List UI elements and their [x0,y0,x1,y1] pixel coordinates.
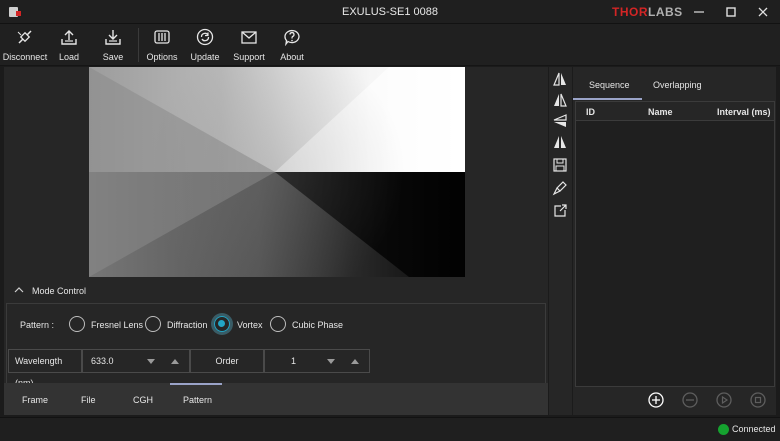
update-icon [196,28,214,46]
column-id: ID [586,107,595,117]
help-icon [284,29,300,46]
chevron-down-icon[interactable] [327,359,335,365]
title-bar: EXULUS-SE1 0088 THORLABS [0,0,780,24]
disconnect-label: Disconnect [2,52,48,62]
add-icon[interactable] [648,392,664,408]
sequence-panel: Sequence Overlapping ID Name Interval (m… [573,67,776,415]
play-icon[interactable] [716,392,732,408]
radio-fresnel-lens[interactable] [69,316,85,332]
column-name: Name [648,107,673,117]
support-button[interactable]: Support [230,26,268,64]
tab-file[interactable]: File [81,395,96,405]
tool-sidebar [549,67,572,415]
save-icon[interactable] [552,157,568,173]
options-button[interactable]: Options [144,26,180,64]
logo-main: THOR [612,5,648,19]
wavelength-value: 633.0 [91,356,114,366]
tab-overlapping[interactable]: Overlapping [653,80,702,90]
disconnect-button[interactable]: Disconnect [2,26,48,64]
disconnect-icon [17,30,32,44]
maximize-button[interactable] [715,0,747,24]
order-value: 1 [291,356,297,366]
thorlabs-logo: THORLABS [612,5,683,19]
support-label: Support [233,52,265,62]
load-label: Load [58,52,80,62]
connection-status-text: Connected [732,424,776,434]
about-button[interactable]: About [275,26,309,64]
options-label: Options [146,52,178,62]
radio-diffraction[interactable] [145,316,161,332]
active-tab-indicator [170,383,222,385]
stop-icon[interactable] [750,392,766,408]
tab-frame[interactable]: Frame [22,395,48,405]
close-button[interactable] [747,0,779,24]
flip-vertical-icon[interactable] [552,92,568,108]
update-button[interactable]: Update [188,26,222,64]
maximize-icon [726,7,736,17]
chevron-up-icon [14,287,24,293]
save-button[interactable]: Save [96,26,130,64]
update-label: Update [190,52,220,62]
bottom-tab-bar: Frame File CGH Pattern [4,383,548,415]
wavelength-label: Wavelength (nm) [8,349,82,388]
options-icon [154,30,170,44]
radio-vortex[interactable] [214,316,230,332]
clear-icon[interactable] [552,180,568,196]
status-bar: Connected [0,417,780,441]
column-interval: Interval (ms) [717,107,771,117]
load-button[interactable]: Load [52,26,86,64]
close-icon [758,7,768,17]
connection-status-dot [718,424,729,435]
rotate-icon[interactable] [552,113,568,129]
radio-cubic-phase[interactable] [270,316,286,332]
minimize-icon [694,11,704,13]
minimize-button[interactable] [683,0,715,24]
toolbar-separator [138,28,139,62]
logo-accent: LABS [648,5,683,19]
flip-horizontal-icon[interactable] [552,71,568,87]
pattern-preview [89,67,465,277]
chevron-down-icon[interactable] [147,359,155,365]
chevron-up-icon[interactable] [171,359,179,365]
mail-icon [241,31,257,44]
vortex-label: Vortex [237,320,263,330]
mirror-icon[interactable] [552,134,568,150]
wavelength-input[interactable]: 633.0 [82,349,190,373]
left-panel: Mode Control Pattern : Fresnel Lens Diff… [4,67,548,415]
export-icon[interactable] [552,203,568,219]
order-label: Order [190,349,264,373]
cubic-phase-label: Cubic Phase [292,320,344,330]
vortex-phase-image [89,67,465,277]
tab-sequence[interactable]: Sequence [589,80,630,90]
about-label: About [280,52,304,62]
order-input[interactable]: 1 [264,349,370,373]
pattern-label: Pattern : [20,320,55,330]
diffraction-label: Diffraction [167,320,208,330]
toolbar: Disconnect Load Save Options Update Supp… [0,24,780,66]
fresnel-lens-label: Fresnel Lens [91,320,144,330]
sequence-table-header: ID Name Interval (ms) [575,101,775,121]
save-label: Save [102,52,124,62]
tab-pattern[interactable]: Pattern [183,395,212,405]
save-icon [105,30,121,45]
mode-control-title: Mode Control [32,286,87,296]
sequence-table-body[interactable] [575,121,775,387]
tab-cgh[interactable]: CGH [133,395,153,405]
load-icon [61,30,77,45]
active-tab-indicator [573,98,642,100]
mode-control-header[interactable]: Mode Control [4,283,548,301]
remove-icon[interactable] [682,392,698,408]
chevron-up-icon[interactable] [351,359,359,365]
